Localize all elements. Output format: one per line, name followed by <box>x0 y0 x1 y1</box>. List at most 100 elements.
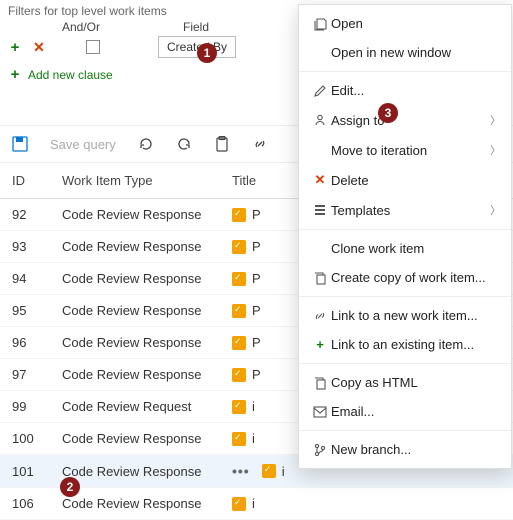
cell-id: 101 <box>12 464 62 479</box>
menu-item[interactable]: Assign to〉 <box>299 105 511 135</box>
title-text: i <box>282 464 285 479</box>
andor-checkbox[interactable] <box>86 40 100 54</box>
menu-item[interactable]: Open <box>299 9 511 38</box>
menu-label: Templates <box>331 203 490 218</box>
work-item-icon <box>232 497 246 511</box>
chevron-right-icon: 〉 <box>490 202 501 218</box>
menu-label: Assign to <box>331 113 490 128</box>
work-item-icon <box>232 272 246 286</box>
cell-title: i <box>232 496 501 511</box>
menu-item[interactable]: Templates〉 <box>299 195 511 225</box>
cell-id: 99 <box>12 399 62 414</box>
cell-id: 94 <box>12 271 62 286</box>
clipboard-icon[interactable] <box>214 136 230 152</box>
open-icon <box>309 17 331 31</box>
menu-item[interactable]: Clone work item <box>299 234 511 263</box>
link-tool-icon[interactable] <box>252 136 268 152</box>
refresh-icon[interactable] <box>138 136 154 152</box>
copy-icon <box>309 376 331 390</box>
cell-type: Code Review Response <box>62 335 232 350</box>
work-item-icon <box>262 464 276 478</box>
callout-badge-2: 2 <box>60 477 80 497</box>
menu-item[interactable]: Copy as HTML <box>299 368 511 397</box>
cell-id: 106 <box>12 496 62 511</box>
menu-separator <box>299 363 511 364</box>
chevron-right-icon: 〉 <box>490 112 501 128</box>
assign-icon <box>309 113 331 127</box>
menu-label: Move to iteration <box>331 143 490 158</box>
edit-icon <box>309 84 331 98</box>
cell-type: Code Review Response <box>62 271 232 286</box>
title-text: P <box>252 271 261 286</box>
title-text: P <box>252 303 261 318</box>
callout-badge-1: 1 <box>197 43 217 63</box>
work-item-icon <box>232 304 246 318</box>
work-item-icon <box>232 432 246 446</box>
chevron-right-icon: 〉 <box>490 142 501 158</box>
menu-item[interactable]: Open in new window <box>299 38 511 67</box>
menu-item[interactable]: Link to a new work item... <box>299 301 511 330</box>
link-icon <box>309 309 331 323</box>
menu-label: Copy as HTML <box>331 375 501 390</box>
menu-label: Clone work item <box>331 241 501 256</box>
menu-label: Link to an existing item... <box>331 337 501 352</box>
remove-icon[interactable]: ✕ <box>32 39 46 56</box>
cell-id: 97 <box>12 367 62 382</box>
delete-icon: ✕ <box>309 172 331 188</box>
add-clause-label: Add new clause <box>28 68 113 82</box>
col-id-header[interactable]: ID <box>12 173 62 188</box>
work-item-icon <box>232 208 246 222</box>
andor-header: And/Or <box>8 20 83 34</box>
menu-label: Email... <box>331 404 501 419</box>
work-item-icon <box>232 240 246 254</box>
menu-label: New branch... <box>331 442 501 457</box>
cell-type: Code Review Response <box>62 464 232 479</box>
title-text: P <box>252 239 261 254</box>
save-query-label: Save query <box>50 137 116 152</box>
title-text: i <box>252 496 255 511</box>
title-text: P <box>252 207 261 222</box>
cell-type: Code Review Response <box>62 367 232 382</box>
menu-separator <box>299 296 511 297</box>
cell-id: 100 <box>12 431 62 446</box>
menu-item[interactable]: +Link to an existing item... <box>299 330 511 359</box>
menu-item[interactable]: Move to iteration〉 <box>299 135 511 165</box>
work-item-icon <box>232 400 246 414</box>
callout-badge-3: 3 <box>378 103 398 123</box>
col-type-header[interactable]: Work Item Type <box>62 173 232 188</box>
cell-type: Code Review Response <box>62 496 232 511</box>
plus-icon: + <box>8 66 22 83</box>
context-menu: OpenOpen in new windowEdit...Assign to〉M… <box>298 4 512 469</box>
add-icon[interactable]: + <box>8 39 22 56</box>
menu-label: Link to a new work item... <box>331 308 501 323</box>
menu-item[interactable]: New branch... <box>299 435 511 464</box>
branch-icon <box>309 443 331 457</box>
menu-item[interactable]: Edit... <box>299 76 511 105</box>
cell-id: 96 <box>12 335 62 350</box>
cell-type: Code Review Response <box>62 239 232 254</box>
menu-separator <box>299 71 511 72</box>
title-text: i <box>252 399 255 414</box>
menu-label: Delete <box>331 173 501 188</box>
menu-label: Open <box>331 16 501 31</box>
menu-separator <box>299 229 511 230</box>
menu-item[interactable]: Email... <box>299 397 511 426</box>
title-text: i <box>252 431 255 446</box>
email-icon <box>309 406 331 418</box>
cell-type: Code Review Response <box>62 431 232 446</box>
menu-item[interactable]: Create copy of work item... <box>299 263 511 292</box>
redo-icon[interactable] <box>176 136 192 152</box>
templates-icon <box>309 203 331 217</box>
cell-id: 95 <box>12 303 62 318</box>
save-icon[interactable] <box>12 136 28 152</box>
cell-type: Code Review Response <box>62 303 232 318</box>
plus-icon: + <box>309 337 331 352</box>
cell-type: Code Review Response <box>62 207 232 222</box>
title-text: P <box>252 367 261 382</box>
menu-label: Create copy of work item... <box>331 270 501 285</box>
work-item-icon <box>232 336 246 350</box>
cell-id: 92 <box>12 207 62 222</box>
work-item-icon <box>232 368 246 382</box>
more-icon[interactable]: ••• <box>232 463 250 479</box>
menu-item[interactable]: ✕Delete <box>299 165 511 195</box>
